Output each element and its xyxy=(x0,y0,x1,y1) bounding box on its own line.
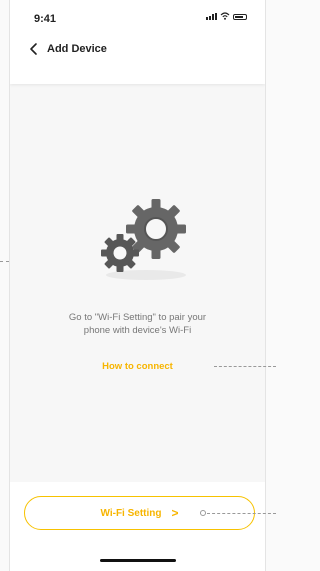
wifi-setting-label: Wi-Fi Setting xyxy=(100,507,162,519)
chevron-right-icon: > xyxy=(171,506,179,520)
home-indicator xyxy=(100,559,176,562)
phone-screen: 9:41 Add Device Go to "Wi-Fi Setting" to… xyxy=(9,0,266,571)
annotation-leader-line-left xyxy=(0,261,9,262)
cellular-signal-icon xyxy=(206,13,217,20)
status-time: 9:41 xyxy=(34,13,57,25)
instruction-line-2: phone with device's Wi-Fi xyxy=(83,325,192,336)
annotation-dot xyxy=(200,510,206,516)
wifi-icon xyxy=(220,12,230,20)
battery-icon xyxy=(233,14,247,20)
annotation-leader-line-button xyxy=(207,513,276,514)
app-header: 9:41 Add Device xyxy=(10,0,265,84)
annotation-leader-line-how xyxy=(214,366,276,367)
status-icons xyxy=(206,12,247,20)
gears-illustration-icon xyxy=(101,199,186,280)
page-title: Add Device xyxy=(47,43,107,55)
bottom-panel: Wi-Fi Setting > xyxy=(10,482,265,571)
instruction-line-1: Go to "Wi-Fi Setting" to pair your xyxy=(68,312,207,323)
back-arrow-icon[interactable] xyxy=(27,42,41,56)
